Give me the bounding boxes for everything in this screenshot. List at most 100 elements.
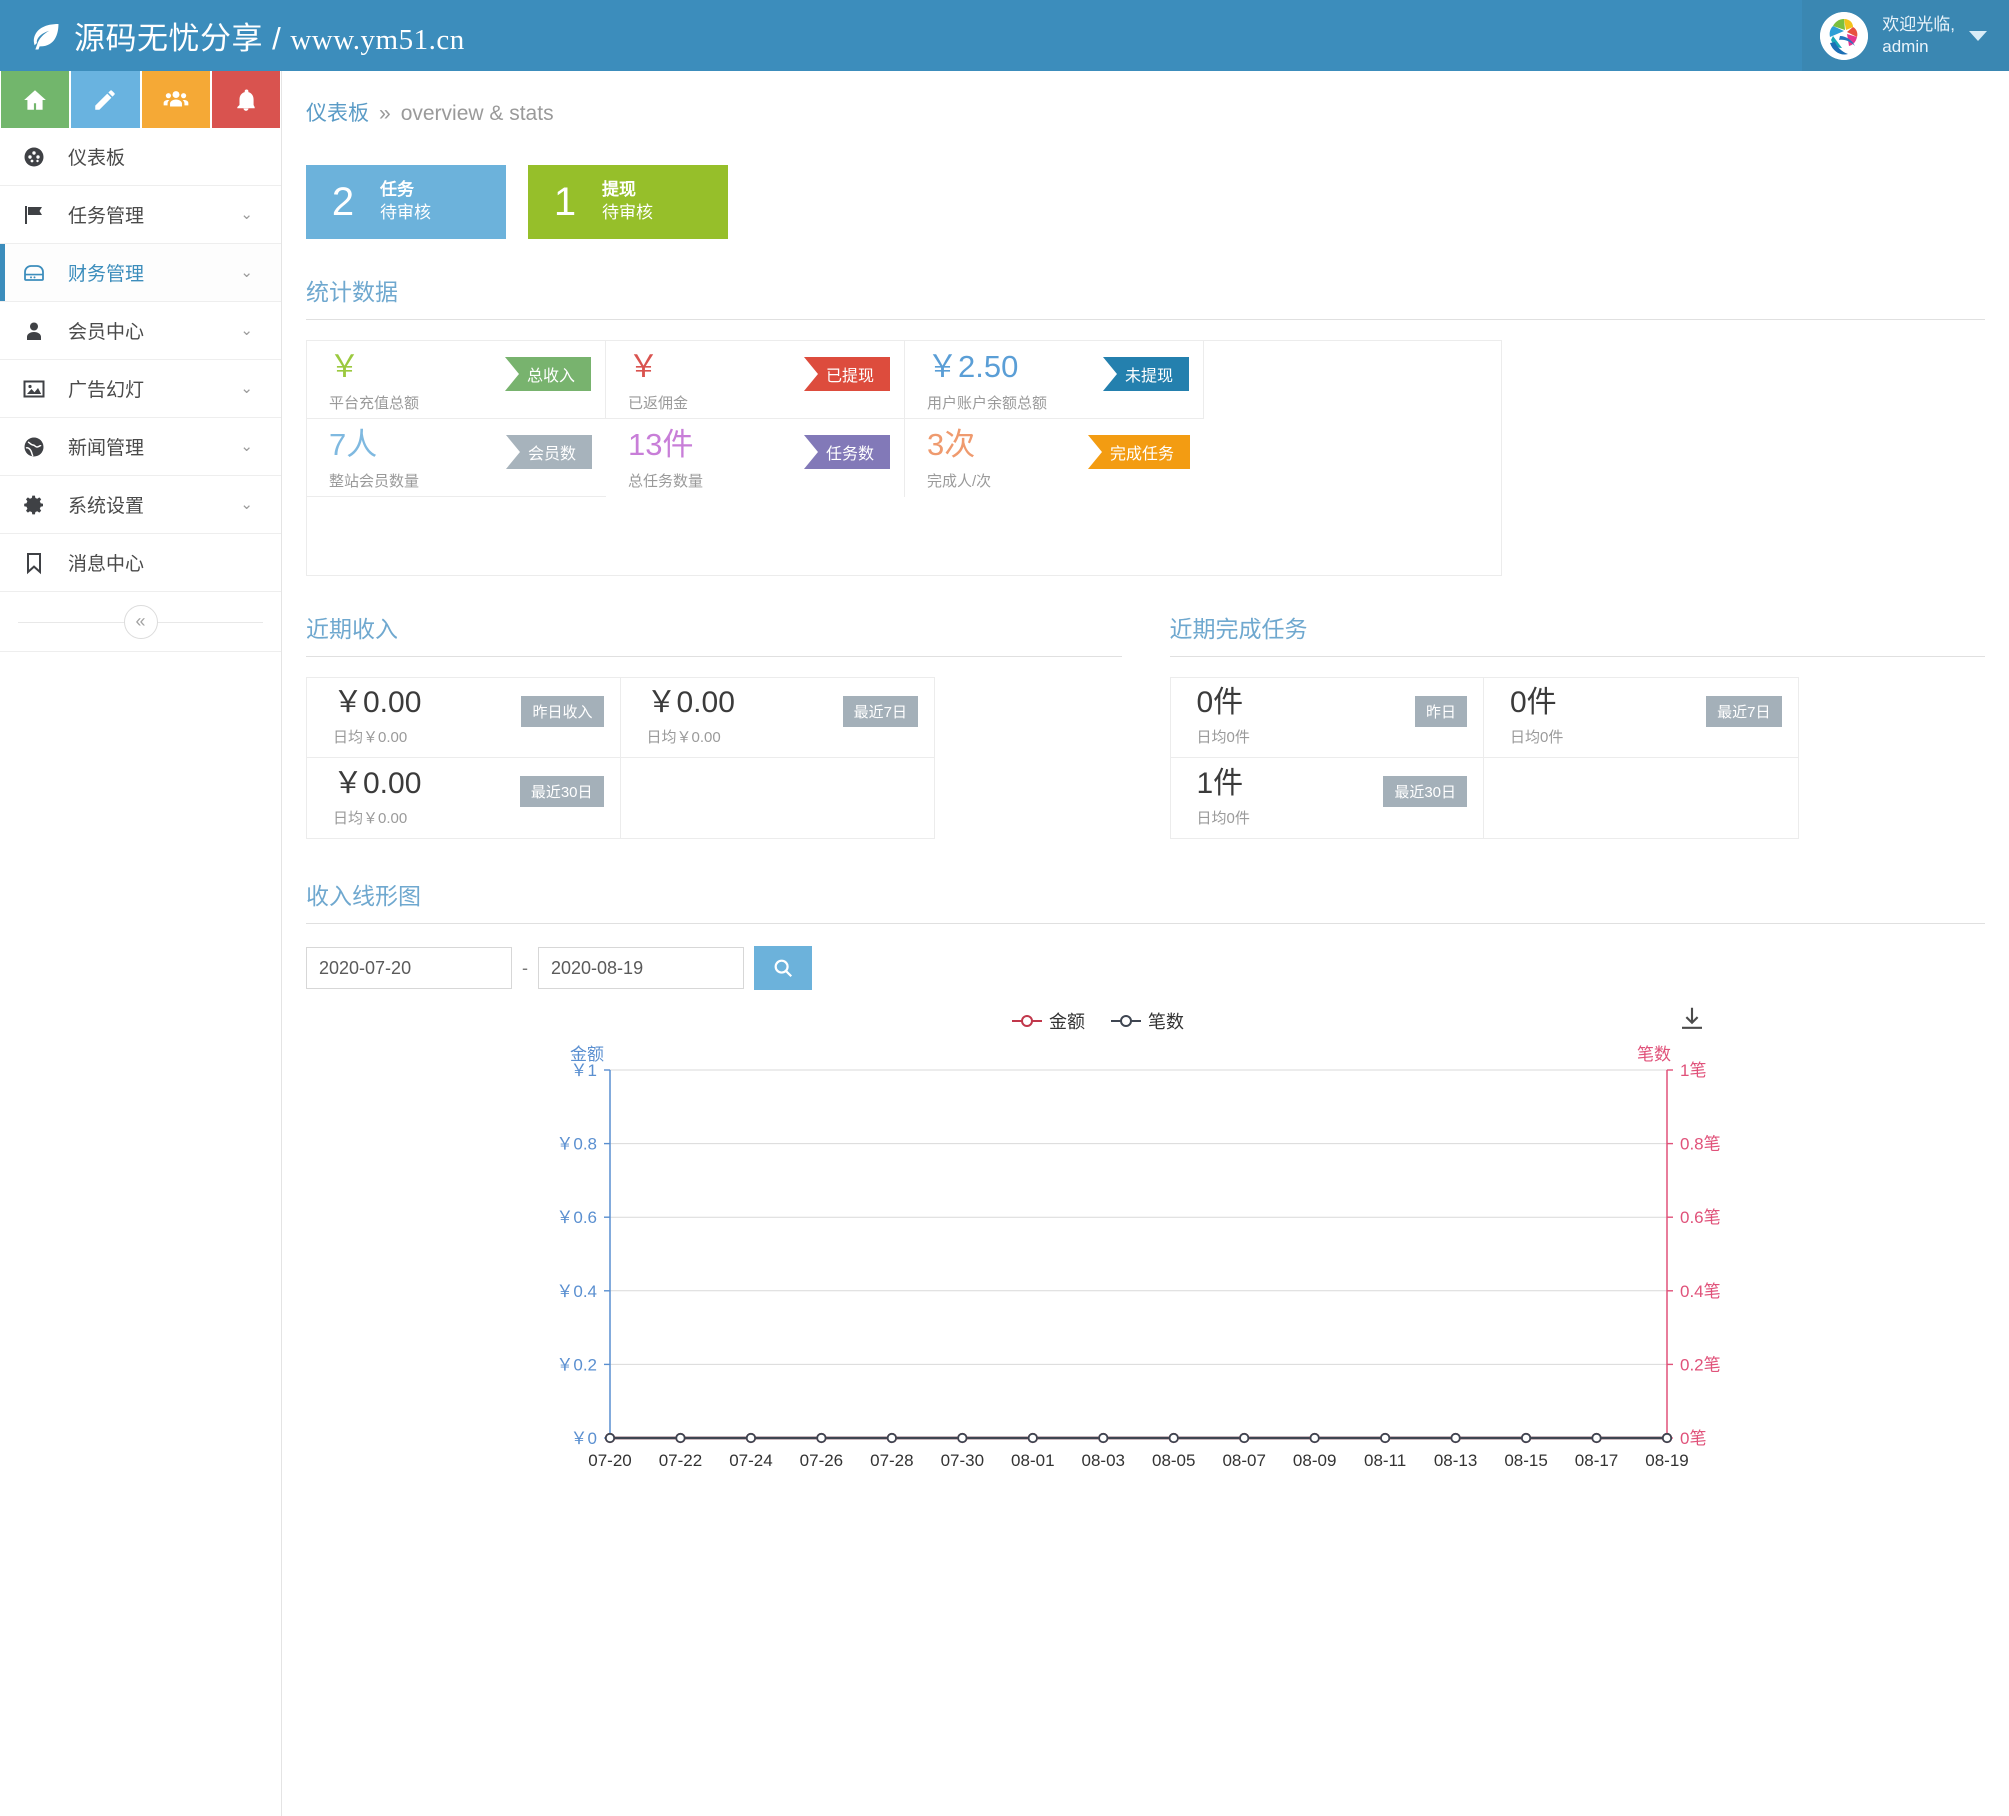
recent-tasks-empty	[1484, 758, 1798, 838]
date-range-filter: -	[282, 946, 2009, 990]
sidebar-item-news-management[interactable]: 新闻管理 ⌄	[0, 418, 281, 476]
stat-label: 平台充值总额	[329, 392, 589, 413]
brand-url: www.ym51.cn	[290, 24, 464, 56]
legend-marker-count	[1111, 1014, 1141, 1028]
pending-card-tasks[interactable]: 2 任务 待审核	[306, 165, 506, 239]
download-chart-button[interactable]	[1677, 1004, 1707, 1039]
sidebar-item-ad-slides[interactable]: 广告幻灯 ⌄	[0, 360, 281, 418]
svg-text:0.8笔: 0.8笔	[1680, 1135, 1721, 1154]
section-title: 近期完成任务	[1170, 610, 1986, 644]
legend-marker-amount	[1012, 1014, 1042, 1028]
svg-text:08-05: 08-05	[1152, 1451, 1195, 1470]
stat-label: 总任务数量	[628, 470, 888, 491]
flag-icon	[22, 203, 56, 227]
statistics-grid-wrap: ￥ 平台充值总额 总收入 ￥ 已返佣金 已提现 ￥2.50 用户账户余额总额 未…	[282, 340, 2009, 576]
chevron-down-icon[interactable]: ⌄	[240, 439, 253, 454]
income-line-chart: 金额 笔数 金额 笔数 ￥00笔￥0.20.2笔￥0.40.4笔￥0.60.6笔…	[282, 998, 2009, 1618]
svg-text:0.6笔: 0.6笔	[1680, 1208, 1721, 1227]
brand-name: 源码无忧分享	[74, 21, 263, 56]
sidebar-item-dashboard[interactable]: 仪表板	[0, 128, 281, 186]
main-content: 仪表板 » overview & stats 2 任务 待审核 1 提现 待审核…	[282, 71, 2009, 1816]
search-button[interactable]	[754, 946, 812, 990]
recent-tasks-7days: 0件 日均0件 最近7日	[1484, 678, 1798, 758]
recent-tasks-yesterday: 0件 日均0件 昨日	[1171, 678, 1485, 758]
svg-text:07-26: 07-26	[800, 1451, 843, 1470]
users-icon	[163, 87, 189, 113]
sidebar-item-system-settings[interactable]: 系统设置 ⌄	[0, 476, 281, 534]
gear-icon	[22, 493, 56, 517]
stat-card-task-count: 13件 总任务数量 任务数	[606, 419, 905, 497]
avatar	[1820, 12, 1868, 60]
double-chevron-left-icon: «	[135, 611, 145, 632]
leaf-icon	[28, 19, 62, 53]
sidebar-item-label: 仪表板	[68, 143, 125, 170]
recent-income-empty	[621, 758, 935, 838]
legend-label: 笔数	[1148, 1008, 1184, 1034]
welcome-line-1: 欢迎光临,	[1882, 14, 1955, 35]
stat-card-unwithdrawn: ￥2.50 用户账户余额总额 未提现	[905, 341, 1204, 419]
recent-income-yesterday: ￥0.00 日均￥0.00 昨日收入	[307, 678, 621, 758]
sidebar-item-label: 广告幻灯	[68, 375, 144, 402]
date-to-input[interactable]	[538, 947, 744, 989]
quick-action-notifications[interactable]	[212, 71, 280, 128]
bell-icon	[233, 87, 259, 113]
svg-text:08-01: 08-01	[1011, 1451, 1054, 1470]
period-badge: 最近7日	[843, 696, 918, 727]
svg-text:08-13: 08-13	[1434, 1451, 1477, 1470]
chevron-down-icon[interactable]: ⌄	[240, 207, 253, 222]
divider	[1170, 656, 1986, 657]
sidebar-item-task-management[interactable]: 任务管理 ⌄	[0, 186, 281, 244]
recent-tasks-grid: 0件 日均0件 昨日 0件 日均0件 最近7日 1件 日均0件 最近30日	[1170, 677, 1799, 839]
user-menu[interactable]: 欢迎光临, admin	[1802, 0, 2009, 71]
brand-logo[interactable]: 源码无忧分享 / www.ym51.cn	[0, 13, 465, 58]
period-badge: 昨日收入	[521, 696, 603, 727]
pending-title: 任务	[380, 179, 431, 202]
statistics-section-header: 统计数据	[282, 273, 2009, 320]
svg-text:07-30: 07-30	[941, 1451, 984, 1470]
chevron-down-icon[interactable]: ⌄	[240, 497, 253, 512]
breadcrumb-separator: »	[379, 102, 391, 126]
pending-card-withdrawals[interactable]: 1 提现 待审核	[528, 165, 728, 239]
stat-label: 用户账户余额总额	[927, 392, 1187, 413]
pending-sub: 待审核	[602, 202, 653, 225]
recent-income-7days: ￥0.00 日均￥0.00 最近7日	[621, 678, 935, 758]
chevron-down-icon[interactable]	[1969, 31, 1987, 41]
legend-item-amount[interactable]: 金额	[1012, 1008, 1085, 1034]
date-from-input[interactable]	[306, 947, 512, 989]
bookmark-icon	[22, 551, 56, 575]
breadcrumb-root[interactable]: 仪表板	[306, 97, 369, 127]
quick-action-home[interactable]	[1, 71, 69, 128]
sidebar-item-finance-management[interactable]: 财务管理 ⌄	[0, 244, 281, 302]
quick-action-edit[interactable]	[71, 71, 139, 128]
legend-item-count[interactable]: 笔数	[1111, 1008, 1184, 1034]
svg-text:￥0.6: ￥0.6	[556, 1208, 597, 1227]
legend-label: 金额	[1049, 1008, 1085, 1034]
sidebar-collapse-button[interactable]: «	[124, 605, 158, 639]
chart-left-axis-title: 金额	[570, 1040, 604, 1065]
pending-count: 1	[528, 180, 602, 225]
section-title: 统计数据	[306, 273, 1985, 307]
sidebar-item-message-center[interactable]: 消息中心	[0, 534, 281, 592]
period-badge: 最近30日	[1383, 776, 1467, 807]
welcome-line-2: admin	[1882, 36, 1955, 57]
svg-text:07-22: 07-22	[659, 1451, 702, 1470]
dashboard-icon	[22, 145, 56, 169]
sidebar: 仪表板 任务管理 ⌄ 财务管理 ⌄ 会员中心 ⌄ 广告幻灯 ⌄ 新闻管理 ⌄	[0, 71, 282, 1816]
recent-sections: 近期收入 ￥0.00 日均￥0.00 昨日收入 ￥0.00 日均￥0.00 最近…	[282, 576, 2009, 839]
recent-tasks-section: 近期完成任务 0件 日均0件 昨日 0件 日均0件 最近7日	[1146, 576, 2009, 839]
edit-icon	[92, 87, 118, 113]
sidebar-menu: 仪表板 任务管理 ⌄ 财务管理 ⌄ 会员中心 ⌄ 广告幻灯 ⌄ 新闻管理 ⌄	[0, 128, 281, 592]
stat-card-member-count: 7人 整站会员数量 会员数	[307, 419, 606, 497]
quick-action-users[interactable]	[142, 71, 210, 128]
svg-text:￥0: ￥0	[571, 1429, 597, 1448]
chevron-down-icon[interactable]: ⌄	[240, 323, 253, 338]
svg-text:07-20: 07-20	[588, 1451, 631, 1470]
svg-text:0.4笔: 0.4笔	[1680, 1282, 1721, 1301]
svg-text:￥0.4: ￥0.4	[556, 1282, 597, 1301]
sidebar-item-member-center[interactable]: 会员中心 ⌄	[0, 302, 281, 360]
top-bar: 源码无忧分享 / www.ym51.cn 欢迎光临, admin	[0, 0, 2009, 71]
chevron-down-icon[interactable]: ⌄	[240, 381, 253, 396]
metric-label: 日均0件	[1197, 726, 1466, 747]
chevron-down-icon[interactable]: ⌄	[240, 265, 253, 280]
stat-card-total-income: ￥ 平台充值总额 总收入	[307, 341, 606, 419]
